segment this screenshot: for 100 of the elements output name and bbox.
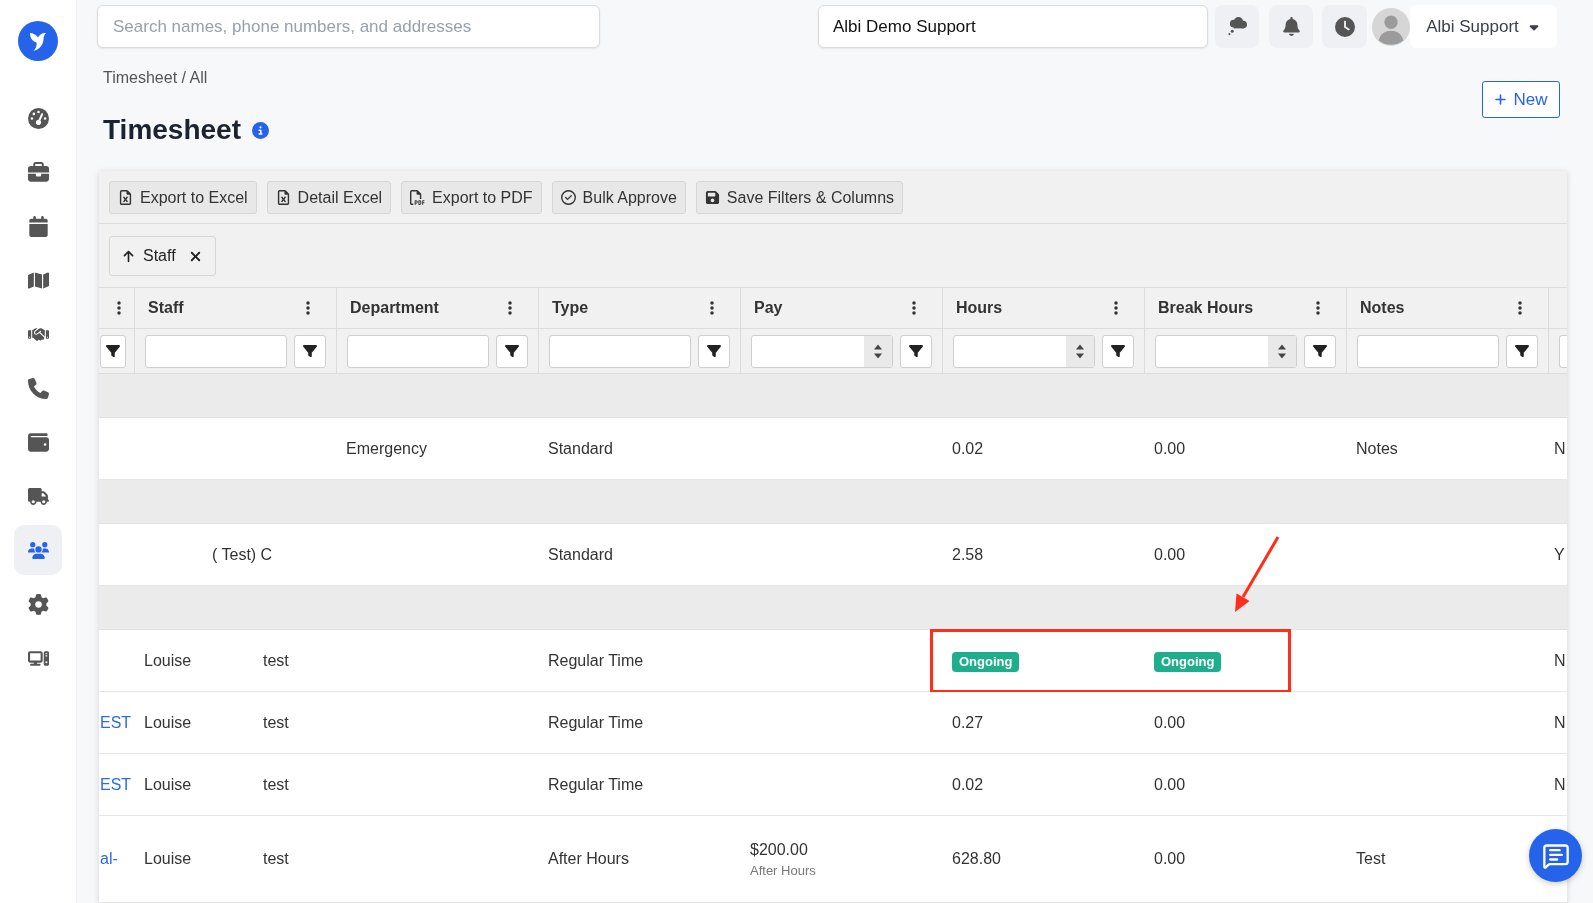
users-icon [27,539,49,561]
file-icon [410,190,426,205]
briefcase-icon [27,161,49,183]
clock-button[interactable] [1322,5,1367,48]
status-badge: Ongoing [1154,651,1222,672]
table-cell: Regular Time [548,713,644,731]
thought-cloud-icon [1226,17,1248,36]
filter-input[interactable] [953,334,1096,368]
row-link[interactable]: EST [100,775,132,793]
new-button[interactable]: New [1482,81,1560,118]
table-cell: Notes [1356,439,1398,457]
table-cell-text: $200.00 [750,840,808,860]
table-cell: Emergency [346,439,427,457]
filter-input[interactable] [1357,334,1500,368]
toolbar-button[interactable]: Save Filters & Columns [695,181,904,214]
funnel-icon [1515,344,1530,358]
funnel-icon [909,344,924,358]
table-cell: ( Test) C [212,545,273,563]
table-cell: 0.27 [952,713,984,731]
phone-icon [27,377,49,399]
search-field[interactable]: Search names, phone numbers, and addresses [97,5,600,48]
column-header[interactable]: Hours [956,296,1003,320]
funnel-icon [106,344,120,358]
funnel-icon [505,344,520,358]
table-cell: N [1554,713,1566,731]
message-icon [1541,841,1570,870]
file-x-icon [275,190,291,205]
table-cell-text: test [263,774,289,795]
row-link[interactable]: EST [100,713,132,731]
table-cell: 0.00 [1154,545,1186,563]
table-cell-text: Louise [144,712,192,733]
table-cell: Standard [548,439,613,457]
table-cell: 0.00 [1154,775,1186,793]
column-header[interactable]: Staff [148,296,184,320]
filter-button[interactable] [496,334,528,368]
column-header[interactable]: Pay [754,296,783,320]
toolbar-button[interactable]: Bulk Approve [551,181,686,214]
column-header[interactable]: Break Hours [1158,296,1254,320]
filter-input[interactable] [1559,334,1567,368]
row-link[interactable]: al- [100,850,118,867]
table-cell: N [1554,775,1566,793]
filter-button[interactable] [1506,334,1538,368]
calendar-icon [27,215,49,237]
pay-note: After Hours [750,862,816,880]
wallet-icon [27,431,49,453]
table-cell: Standard [548,545,613,563]
notifications-button[interactable] [1269,5,1313,48]
bell-icon [1281,17,1301,36]
table-cell: 0.02 [952,775,984,793]
filter-button[interactable] [1304,334,1336,368]
table-cell: N [1554,651,1566,669]
avatar-icon[interactable] [1372,7,1410,46]
logo-icon[interactable] [18,21,58,61]
organization-field[interactable]: Albi Demo Support [818,5,1208,48]
filter-button[interactable] [900,334,932,368]
table-cell: After Hours [548,850,629,867]
table-cell: 0.00 [1154,850,1186,867]
toolbar-button[interactable]: Export to Excel [109,181,257,214]
stepper-icon[interactable] [1268,335,1297,367]
filter-button[interactable] [294,334,326,368]
table-cell-text: test [263,849,289,869]
breadcrumb[interactable]: Timesheet / All [103,66,269,90]
toolbar-button[interactable]: Detail Excel [266,181,392,214]
stepper-icon[interactable] [864,335,893,367]
table-cell: 2.58 [952,545,984,563]
filter-input[interactable] [751,334,894,368]
stepper-icon[interactable] [1066,335,1095,367]
column-header[interactable]: Department [350,296,439,320]
group-chip[interactable]: Staff [109,236,216,276]
settings-icon [27,593,49,615]
table-cell-text: test [263,650,289,671]
thoughts-button[interactable] [1215,5,1259,48]
filter-button[interactable] [698,334,730,368]
table-cell-text: Louise [144,849,192,869]
column-header[interactable]: Notes [1360,296,1405,320]
user-menu-button[interactable]: Albi Support [1410,5,1557,48]
table-cell: 0.00 [1154,439,1186,457]
filter-button[interactable] [1102,334,1134,368]
info-icon[interactable] [252,121,269,139]
filter-button[interactable] [100,334,126,368]
filter-input[interactable] [347,334,490,368]
table-cell-text: test [263,712,289,733]
filter-input[interactable] [1155,334,1298,368]
funnel-icon [1313,344,1328,358]
column-header[interactable]: Type [552,296,589,320]
table-cell-text: Louise [144,774,192,795]
page-title: Timesheet [103,113,241,147]
table-cell-text: Louise [144,650,192,671]
sidebar-item[interactable] [14,525,62,575]
plus-icon [1494,93,1508,106]
filter-input[interactable] [145,334,288,368]
filter-input[interactable] [549,334,692,368]
table-cell: 628.80 [952,850,1001,867]
table-cell: 0.00 [1154,713,1186,731]
table-cell: Regular Time [548,775,644,793]
toolbar-button[interactable]: Export to PDF [401,181,542,214]
funnel-icon [303,344,318,358]
table-cell: 0.02 [952,439,984,457]
truck-icon [27,485,49,507]
gauge-icon [27,107,49,129]
